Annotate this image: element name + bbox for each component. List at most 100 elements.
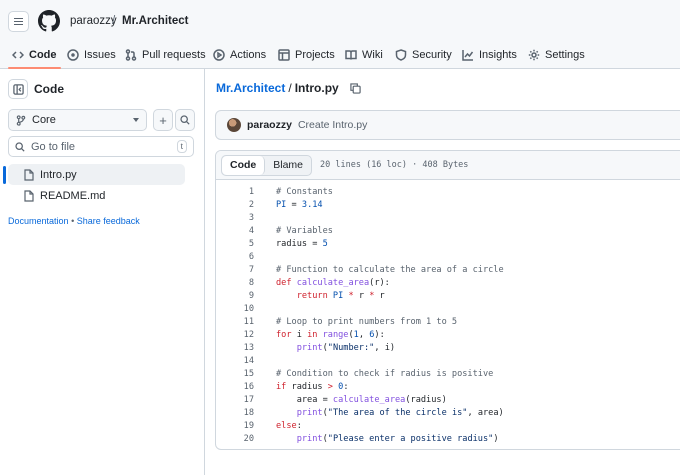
code-line: 16 if radius > 0: <box>216 381 680 394</box>
code-token: r <box>353 291 370 301</box>
tab-settings[interactable]: Settings <box>528 41 585 68</box>
line-content: area = calculate_area(radius) <box>254 394 447 407</box>
tab-insights[interactable]: Insights <box>462 41 517 68</box>
code-token: # Loop to print numbers from 1 to 5 <box>276 317 458 327</box>
code-token: calculate_area <box>296 278 370 288</box>
line-number[interactable]: 10 <box>216 303 254 316</box>
line-number[interactable]: 9 <box>216 290 254 303</box>
search-code-button[interactable] <box>175 109 195 131</box>
code-token: in <box>307 330 323 340</box>
tab-projects[interactable]: Projects <box>278 41 335 68</box>
file-icon <box>24 168 34 181</box>
line-number[interactable]: 6 <box>216 251 254 264</box>
code-token: # Function to calculate the area of a ci… <box>276 265 504 275</box>
avatar[interactable] <box>227 118 241 132</box>
commit-message[interactable]: Create Intro.py <box>298 119 367 131</box>
code-line: 10 <box>216 303 680 316</box>
code-line: 17 area = calculate_area(radius) <box>216 394 680 407</box>
line-content <box>254 251 276 264</box>
code-line: 20 print("Please enter a positive radius… <box>216 433 680 446</box>
line-content: radius = 5 <box>254 238 328 251</box>
code-token: r <box>374 291 385 301</box>
code-line: 3 <box>216 212 680 225</box>
line-content: for i in range(1, 6): <box>254 329 385 342</box>
latest-commit-bar: paraozzy Create Intro.py <box>215 110 680 140</box>
line-number[interactable]: 3 <box>216 212 254 225</box>
code-line: 19 else: <box>216 420 680 433</box>
line-number[interactable]: 8 <box>216 277 254 290</box>
line-content <box>254 355 276 368</box>
line-number[interactable]: 11 <box>216 316 254 329</box>
code-token: def <box>276 278 297 288</box>
branch-selector[interactable]: Core <box>8 109 147 131</box>
code-token: (radius) <box>405 395 447 405</box>
code-token: area = <box>276 395 333 405</box>
commit-author[interactable]: paraozzy <box>247 119 292 131</box>
line-number[interactable]: 18 <box>216 407 254 420</box>
code-token: , area) <box>467 408 504 418</box>
tab-label: Actions <box>230 48 267 61</box>
sidebar-footer-links: Documentation • Share feedback <box>8 216 140 226</box>
line-number[interactable]: 13 <box>216 342 254 355</box>
tab-code[interactable]: Code <box>8 41 60 69</box>
line-content <box>254 212 276 225</box>
menu-button[interactable] <box>8 11 29 32</box>
code-line: 15 # Condition to check if radius is posi… <box>216 368 680 381</box>
breadcrumb-file: Intro.py <box>294 81 339 95</box>
line-number[interactable]: 16 <box>216 381 254 394</box>
tab-security[interactable]: Security <box>395 41 452 68</box>
code-token: PI <box>276 200 287 210</box>
file-tree-item-readme[interactable]: README.md <box>8 185 185 206</box>
code-token: print <box>296 434 323 444</box>
breadcrumb-repo-link[interactable]: Mr.Architect <box>216 81 285 95</box>
line-number[interactable]: 5 <box>216 238 254 251</box>
line-number[interactable]: 7 <box>216 264 254 277</box>
line-content: else: <box>254 420 302 433</box>
share-feedback-link[interactable]: Share feedback <box>77 216 140 226</box>
code-token: PI <box>332 291 344 301</box>
code-token: print <box>296 408 323 418</box>
repo-link[interactable]: Mr.Architect <box>122 15 188 27</box>
tab-actions[interactable]: Actions <box>213 41 266 68</box>
sidebar-title: Code <box>34 82 64 96</box>
git-pull-request-icon <box>125 48 137 61</box>
collapse-sidebar-button[interactable] <box>8 79 28 99</box>
line-number[interactable]: 17 <box>216 394 254 407</box>
line-content: # Condition to check if radius is positi… <box>254 368 493 381</box>
github-logo-icon[interactable] <box>38 10 60 32</box>
line-number[interactable]: 20 <box>216 433 254 446</box>
line-number[interactable]: 1 <box>216 186 254 199</box>
line-number[interactable]: 12 <box>216 329 254 342</box>
code-token: (r): <box>369 278 390 288</box>
line-number[interactable]: 19 <box>216 420 254 433</box>
file-icon <box>24 189 34 202</box>
tab-pull-requests[interactable]: Pull requests <box>125 41 206 68</box>
file-name: README.md <box>40 189 106 202</box>
blame-view-button[interactable]: Blame <box>265 156 311 175</box>
sidebar-collapse-icon <box>12 83 24 95</box>
code-token: i <box>296 330 308 340</box>
line-number[interactable]: 14 <box>216 355 254 368</box>
line-content: print("Please enter a positive radius") <box>254 433 499 446</box>
file-tree-sidebar: Code Core + Go to file t Intro.py README… <box>0 69 205 475</box>
line-number[interactable]: 2 <box>216 199 254 212</box>
line-number[interactable]: 15 <box>216 368 254 381</box>
tab-issues[interactable]: Issues <box>67 41 116 68</box>
code-line: 4 # Variables <box>216 225 680 238</box>
code-line: 13 print("Number:", i) <box>216 342 680 355</box>
code-view-button[interactable]: Code <box>222 155 266 175</box>
view-mode-toggle: Code Blame <box>221 154 313 176</box>
line-content: # Function to calculate the area of a ci… <box>254 264 504 277</box>
go-to-file-input[interactable]: Go to file t <box>8 136 194 157</box>
repo-tabs: Code Issues Pull requests Actions Projec… <box>0 41 680 69</box>
add-file-button[interactable]: + <box>153 109 173 131</box>
owner-link[interactable]: paraozzy <box>70 15 117 27</box>
documentation-link[interactable]: Documentation <box>8 216 69 226</box>
line-number[interactable]: 4 <box>216 225 254 238</box>
file-tree-item-intro-py[interactable]: Intro.py <box>8 164 185 185</box>
copy-icon[interactable] <box>350 82 361 94</box>
code-line: 2 PI = 3.14 <box>216 199 680 212</box>
code-line: 5 radius = 5 <box>216 238 680 251</box>
tab-wiki[interactable]: Wiki <box>345 41 383 68</box>
